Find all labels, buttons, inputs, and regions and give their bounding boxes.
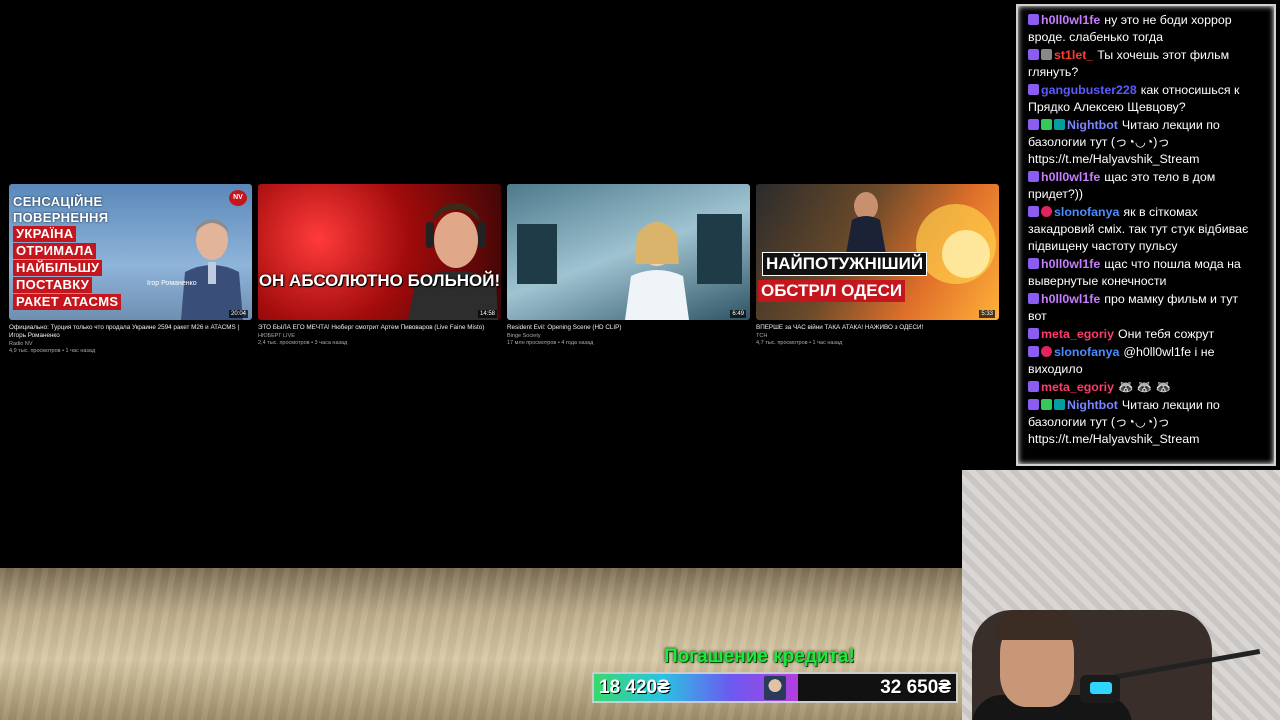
- streamer-hair: [996, 610, 1078, 640]
- subscriber-badge-icon: [1028, 119, 1039, 130]
- thumbnail-text: УКРАЇНА: [13, 226, 77, 242]
- video-duration: 5:33: [979, 310, 995, 318]
- recommendations-row: СЕНСАЦІЙНЕ ПОВЕРНЕННЯ УКРАЇНА ОТРИМАЛА Н…: [9, 184, 1001, 364]
- moderator-badge-icon: [1041, 119, 1052, 130]
- chat-message: meta_egoriy Они тебя сожрут: [1028, 326, 1260, 343]
- thumbnail-headline: НАЙПОТУЖНІШИЙ: [762, 252, 928, 276]
- subscriber-badge-icon: [1028, 84, 1039, 95]
- chat-username[interactable]: Nightbot: [1067, 118, 1118, 132]
- chat-message: h0ll0wl1fe щас что пошла мода на вывернут…: [1028, 256, 1260, 290]
- video-thumbnail[interactable]: ОН АБСОЛЮТНО БОЛЬНОЙ! 14:58: [258, 184, 501, 320]
- chat-overlay: h0ll0wl1fe ну это не боди хоррор вроде. с…: [1012, 0, 1280, 470]
- chat-username[interactable]: st1let_: [1054, 48, 1093, 62]
- chat-username[interactable]: slonofanya: [1054, 205, 1119, 219]
- subscriber-badge-icon: [1028, 206, 1039, 217]
- chat-message: st1let_ Ты хочешь этот фильм глянуть?: [1028, 47, 1260, 81]
- video-player-area: СЕНСАЦІЙНЕ ПОВЕРНЕННЯ УКРАЇНА ОТРИМАЛА Н…: [0, 0, 1012, 568]
- donation-goal-bar: 18 420₴ 32 650₴: [592, 672, 958, 703]
- thumbnail-headline: ОБСТРІЛ ОДЕСИ: [758, 280, 906, 302]
- video-title[interactable]: ВПЕРШЕ за ЧАС війни ТАКА АТАКА! НАЖИВО з…: [756, 324, 999, 332]
- chat-username[interactable]: Nightbot: [1067, 398, 1118, 412]
- goal-portrait-icon: [764, 676, 786, 700]
- chat-message: h0ll0wl1fe щас это тело в дом придет?)): [1028, 169, 1260, 203]
- chat-message: h0ll0wl1fe про мамку фильм и тут вот: [1028, 291, 1260, 325]
- channel-name[interactable]: НЮБЕРГ LIVE: [258, 333, 501, 339]
- chat-message: meta_egoriy 🦝 🦝 🦝: [1028, 379, 1260, 396]
- vip-badge-icon: [1041, 346, 1052, 357]
- moderator-badge-icon: [1041, 399, 1052, 410]
- chat-username[interactable]: h0ll0wl1fe: [1041, 170, 1100, 184]
- chat-username[interactable]: h0ll0wl1fe: [1041, 292, 1100, 306]
- subscriber-badge-icon: [1028, 328, 1039, 339]
- thumbnail-headline: СЕНСАЦІЙНЕ ПОВЕРНЕННЯ УКРАЇНА ОТРИМАЛА Н…: [13, 194, 122, 311]
- subscriber-badge-icon: [1028, 399, 1039, 410]
- recommended-video-card[interactable]: ОН АБСОЛЮТНО БОЛЬНОЙ! 14:58 ЭТО БЫЛА ЕГО…: [258, 184, 501, 346]
- chat-username[interactable]: h0ll0wl1fe: [1041, 13, 1100, 27]
- mic-rgb-light: [1090, 682, 1112, 694]
- chat-text: Они тебя сожрут: [1118, 327, 1215, 341]
- video-thumbnail[interactable]: СЕНСАЦІЙНЕ ПОВЕРНЕННЯ УКРАЇНА ОТРИМАЛА Н…: [9, 184, 252, 320]
- thumbnail-text: СЕНСАЦІЙНЕ: [13, 194, 103, 209]
- thumbnail-text: НАЙБІЛЬШУ: [13, 260, 103, 276]
- donation-goal-title: Погашение кредита!: [664, 646, 855, 667]
- subscriber-badge-icon: [1028, 258, 1039, 269]
- chat-message: slonofanya як в сіткомах закадровий сміх.…: [1028, 204, 1260, 255]
- bot-badge-icon: [1054, 399, 1065, 410]
- bot-badge-icon: [1054, 119, 1065, 130]
- chat-message: Nightbot Читаю лекции по базологии тут (っ…: [1028, 117, 1260, 168]
- chat-message: slonofanya @h0ll0wl1fe і не виходило: [1028, 344, 1260, 378]
- chat-username[interactable]: meta_egoriy: [1041, 380, 1114, 394]
- video-title[interactable]: Официально: Турция только что продала Ук…: [9, 324, 252, 340]
- video-thumbnail[interactable]: 6:49: [507, 184, 750, 320]
- thumbnail-text: ПОСТАВКУ: [13, 277, 93, 293]
- thumbnail-text: ОТРИМАЛА: [13, 243, 97, 259]
- nv-logo-icon: NV: [229, 190, 247, 206]
- chat-text: 🦝 🦝 🦝: [1118, 380, 1172, 394]
- donation-goal-amount: 32 650₴: [880, 677, 951, 698]
- chat-message: gangubuster228 как относишься к Прядко Ал…: [1028, 82, 1260, 116]
- chat-message: Nightbot Читаю лекции по базологии тут (っ…: [1028, 397, 1260, 448]
- video-title[interactable]: Resident Evil: Opening Scene (HD CLIP): [507, 324, 750, 332]
- subscriber-badge-icon: [1028, 381, 1039, 392]
- thumbnail-caption: ОН АБСОЛЮТНО БОЛЬНОЙ!: [258, 271, 501, 290]
- chat-username[interactable]: meta_egoriy: [1041, 327, 1114, 341]
- speaker-badge-icon: [1041, 49, 1052, 60]
- chat-username[interactable]: h0ll0wl1fe: [1041, 257, 1100, 271]
- video-meta: 2,4 тыс. просмотров • 3 часа назад: [258, 340, 348, 346]
- subscriber-badge-icon: [1028, 49, 1039, 60]
- streamer-webcam: [962, 470, 1280, 720]
- video-duration: 14:58: [477, 310, 497, 318]
- person-image: [408, 203, 498, 320]
- channel-name[interactable]: Binge Society: [507, 333, 750, 339]
- donation-current-amount: 18 420₴: [599, 677, 670, 698]
- channel-name[interactable]: ТСН: [756, 333, 999, 339]
- video-title[interactable]: ЭТО БЫЛА ЕГО МЕЧТА! Нюберг смотрит Артем…: [258, 324, 501, 332]
- video-meta: 4,9 тыс. просмотров • 1 час назад: [9, 348, 96, 354]
- chat-message-list: h0ll0wl1fe ну это не боди хоррор вроде. с…: [1028, 12, 1260, 452]
- video-meta: 4,7 тыс. просмотров • 1 час назад: [756, 340, 843, 346]
- person-image: [181, 219, 243, 320]
- thumbnail-text: РАКЕТ ATACMS: [13, 294, 122, 310]
- video-meta: 17 млн просмотров • 4 года назад: [507, 340, 594, 346]
- recommended-video-card[interactable]: 6:49 Resident Evil: Opening Scene (HD CL…: [507, 184, 750, 346]
- vip-badge-icon: [1041, 206, 1052, 217]
- subscriber-badge-icon: [1028, 14, 1039, 25]
- subscriber-badge-icon: [1028, 171, 1039, 182]
- recommended-video-card[interactable]: НАЙПОТУЖНІШИЙ ОБСТРІЛ ОДЕСИ 5:33 ВПЕРШЕ …: [756, 184, 999, 346]
- chat-username[interactable]: gangubuster228: [1041, 83, 1137, 97]
- office-scene-image: [517, 214, 742, 320]
- recommended-video-card[interactable]: СЕНСАЦІЙНЕ ПОВЕРНЕННЯ УКРАЇНА ОТРИМАЛА Н…: [9, 184, 252, 354]
- video-thumbnail[interactable]: НАЙПОТУЖНІШИЙ ОБСТРІЛ ОДЕСИ 5:33: [756, 184, 999, 320]
- thumbnail-text: ПОВЕРНЕННЯ: [13, 210, 109, 225]
- channel-name[interactable]: Radio NV: [9, 341, 252, 347]
- chat-message: h0ll0wl1fe ну это не боди хоррор вроде. с…: [1028, 12, 1260, 46]
- video-duration: 20:04: [228, 310, 248, 318]
- video-duration: 6:49: [730, 310, 746, 318]
- subscriber-badge-icon: [1028, 346, 1039, 357]
- chat-username[interactable]: slonofanya: [1054, 345, 1119, 359]
- thumbnail-caption: Ігор Романенко: [147, 280, 197, 287]
- subscriber-badge-icon: [1028, 293, 1039, 304]
